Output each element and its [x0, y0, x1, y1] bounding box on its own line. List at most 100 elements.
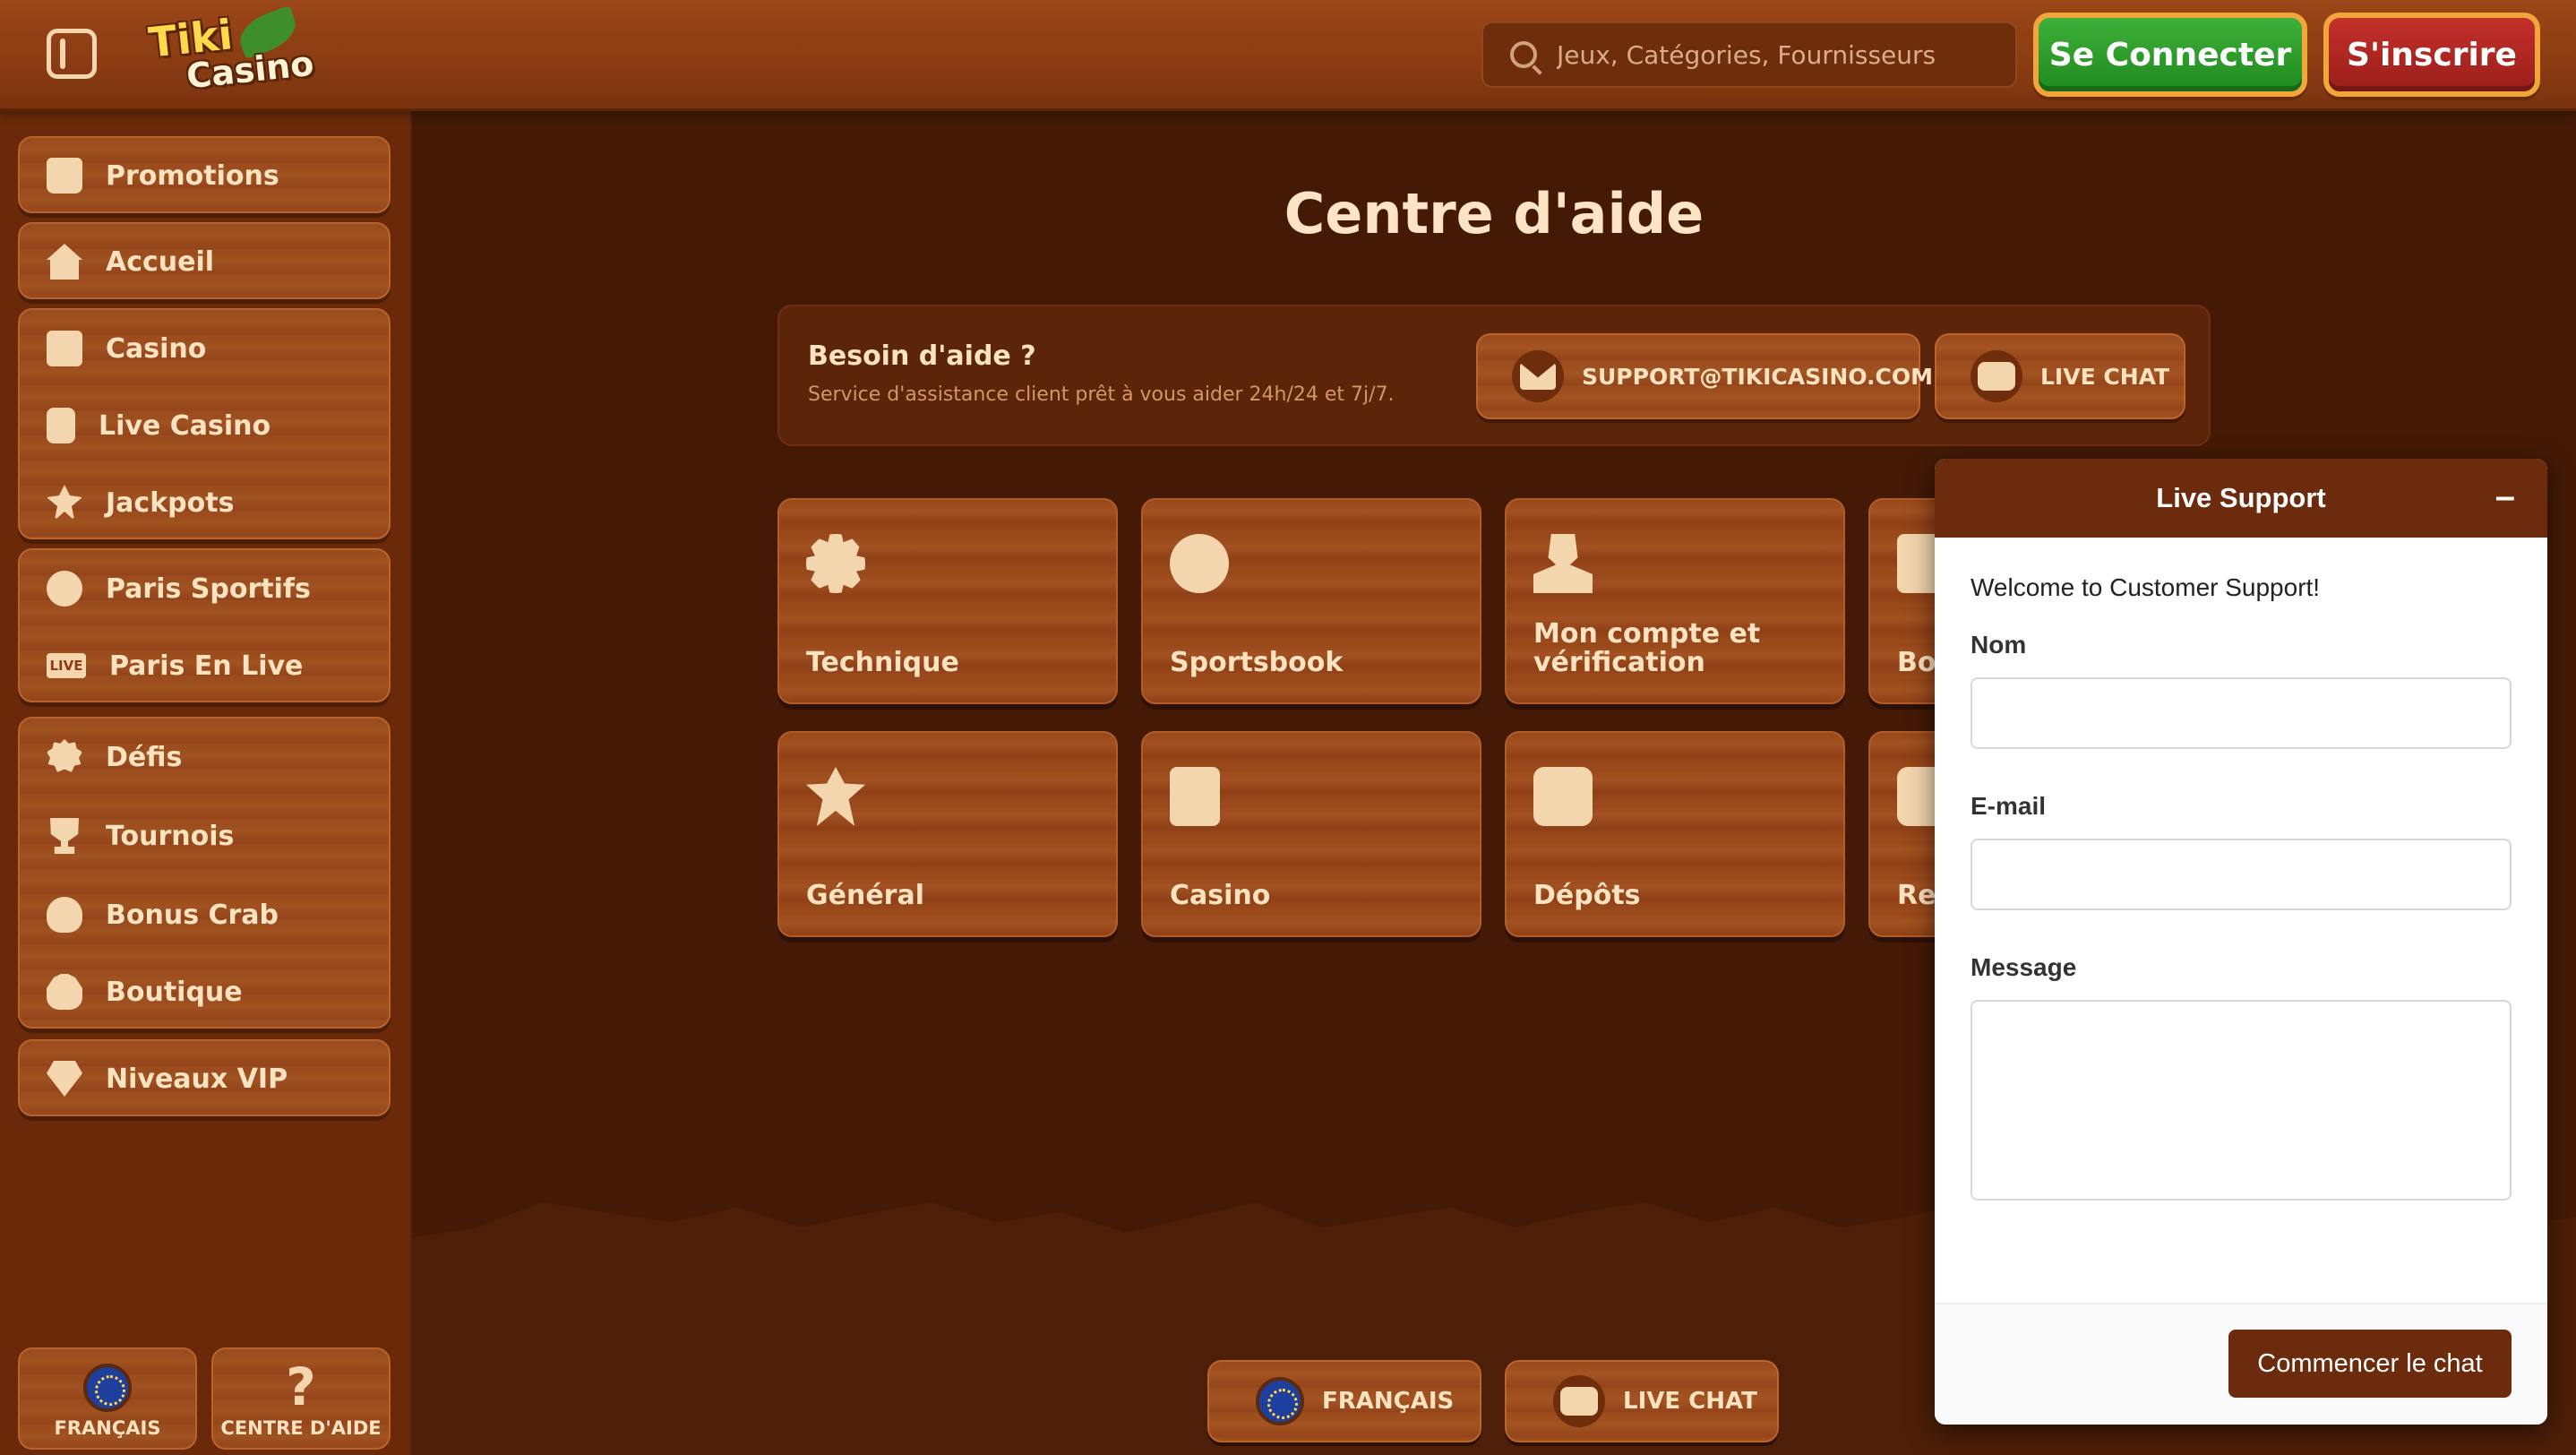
sidebar-group-home: Accueil	[18, 222, 391, 299]
chat-welcome-text: Welcome to Customer Support!	[1971, 573, 2321, 601]
minimize-icon[interactable]: –	[2495, 477, 2515, 517]
sidebar-item-label: Promotions	[106, 159, 279, 192]
sidebar-language-button[interactable]: FRANÇAIS	[18, 1347, 197, 1450]
chat-bubble-icon	[1553, 1375, 1605, 1427]
sidebar-item-bonus-crab[interactable]: Bonus Crab	[20, 876, 392, 953]
help-center-label: CENTRE D'AIDE	[220, 1417, 382, 1439]
sidebar-item-label: Niveaux VIP	[106, 1063, 288, 1095]
sidebar-help-center-button[interactable]: ? CENTRE D'AIDE	[211, 1347, 391, 1450]
eu-flag-icon	[1256, 1377, 1304, 1425]
sidebar: Promotions Accueil Casino Live Casino Ja…	[0, 111, 412, 1455]
footer-live-chat-label: LIVE CHAT	[1623, 1388, 1757, 1415]
sidebar-item-defis[interactable]: Défis	[20, 719, 392, 796]
category-label: Sportsbook	[1170, 647, 1344, 678]
category-label: Technique	[806, 647, 959, 678]
home-icon	[47, 244, 82, 280]
live-support-widget: Live Support – Welcome to Customer Suppo…	[1935, 459, 2547, 1425]
category-card-general[interactable]: Général	[777, 731, 1118, 937]
login-button[interactable]: Se Connecter	[2033, 13, 2307, 97]
footer-live-chat-button[interactable]: LIVE CHAT	[1505, 1360, 1779, 1442]
register-button[interactable]: S'inscrire	[2323, 13, 2540, 97]
sidebar-item-jackpots[interactable]: Jackpots	[20, 464, 392, 541]
sidebar-group-vip: Niveaux VIP	[18, 1039, 391, 1116]
sidebar-group-promotions: Promotions	[18, 136, 391, 213]
user-icon	[1533, 534, 1593, 593]
sidebar-item-niveaux-vip[interactable]: Niveaux VIP	[20, 1041, 392, 1116]
gift-icon	[47, 158, 82, 194]
slot-machine-icon	[1170, 767, 1220, 826]
help-box-title: Besoin d'aide ?	[808, 340, 1036, 372]
soccer-ball-icon	[1170, 534, 1229, 593]
sidebar-item-label: Paris Sportifs	[106, 573, 311, 605]
sidebar-item-label: Défis	[106, 741, 183, 773]
sidebar-item-label: Paris En Live	[109, 650, 304, 682]
diamond-icon	[47, 1061, 82, 1097]
search-input[interactable]	[1557, 39, 2005, 70]
name-field[interactable]	[1971, 677, 2512, 749]
question-mark-icon: ?	[286, 1356, 316, 1417]
category-label: Bo	[1897, 647, 1936, 678]
sidebar-item-label: Tournois	[106, 820, 235, 852]
card-icon	[47, 408, 75, 443]
sidebar-item-label: Boutique	[106, 976, 243, 1008]
category-card-technique[interactable]: Technique	[777, 498, 1118, 704]
sidebar-item-label: Bonus Crab	[106, 899, 279, 931]
top-bar: Tiki Casino Se Connecter S'inscrire	[0, 0, 2576, 111]
page-title: Centre d'aide	[1284, 181, 1704, 246]
sidebar-item-promotions[interactable]: Promotions	[20, 138, 392, 213]
sidebar-item-boutique[interactable]: Boutique	[20, 953, 392, 1030]
category-label: Dépôts	[1533, 880, 1641, 911]
envelope-icon	[1512, 350, 1564, 402]
support-email-label: SUPPORT@TIKICASINO.COM	[1582, 363, 1934, 390]
sidebar-toggle-icon[interactable]	[47, 29, 97, 79]
medal-icon	[47, 739, 82, 772]
sidebar-item-paris-sportifs[interactable]: Paris Sportifs	[20, 550, 392, 627]
ball-icon	[47, 571, 82, 607]
sidebar-item-casino[interactable]: Casino	[20, 310, 392, 387]
chat-header: Live Support –	[1935, 459, 2547, 538]
slot-machine-icon	[47, 331, 82, 366]
chat-footer: Commencer le chat	[1935, 1303, 2547, 1425]
category-label: Mon compte et vérification	[1533, 618, 1761, 678]
live-chat-button[interactable]: LIVE CHAT	[1935, 333, 2185, 419]
sidebar-group-rewards: Défis Tournois Bonus Crab Boutique	[18, 717, 391, 1029]
sidebar-item-label: Casino	[106, 332, 207, 365]
help-box-subtitle: Service d'assistance client prêt à vous …	[808, 383, 1395, 406]
footer-language-label: FRANÇAIS	[1322, 1388, 1455, 1415]
message-field[interactable]	[1971, 1000, 2512, 1201]
sidebar-group-casino: Casino Live Casino Jackpots	[18, 308, 391, 539]
tiki-casino-logo[interactable]: Tiki Casino	[142, 4, 315, 99]
support-email-button[interactable]: SUPPORT@TIKICASINO.COM	[1476, 333, 1933, 419]
live-icon: LIVE	[47, 653, 86, 678]
category-card-mon-compte[interactable]: Mon compte et vérification	[1505, 498, 1845, 704]
sidebar-item-accueil[interactable]: Accueil	[20, 224, 392, 299]
category-card-depots[interactable]: Dépôts	[1505, 731, 1845, 937]
category-card-sportsbook[interactable]: Sportsbook	[1141, 498, 1481, 704]
trophy-icon	[50, 818, 79, 854]
bag-icon	[47, 974, 82, 1010]
eu-flag-icon	[83, 1364, 132, 1412]
category-label: Re	[1897, 880, 1936, 911]
email-field[interactable]	[1971, 839, 2512, 910]
search-bar[interactable]	[1481, 22, 2017, 88]
name-label: Nom	[1971, 631, 2027, 659]
sidebar-item-label: Accueil	[106, 245, 215, 278]
category-card-casino[interactable]: Casino	[1141, 731, 1481, 937]
sidebar-item-live-casino[interactable]: Live Casino	[20, 387, 392, 464]
clover-icon	[47, 485, 82, 521]
sidebar-group-sports: Paris Sportifs LIVE Paris En Live	[18, 548, 391, 702]
sidebar-item-paris-en-live[interactable]: LIVE Paris En Live	[20, 627, 392, 704]
coins-plus-icon	[1533, 767, 1593, 826]
sidebar-item-label: Jackpots	[106, 486, 235, 519]
message-label: Message	[1971, 953, 2077, 981]
chat-title: Live Support	[2156, 482, 2326, 513]
category-label: Général	[806, 880, 924, 911]
footer-language-button[interactable]: FRANÇAIS	[1207, 1360, 1481, 1442]
live-chat-label: LIVE CHAT	[2040, 363, 2170, 390]
help-contact-box: Besoin d'aide ? Service d'assistance cli…	[777, 305, 2211, 446]
sidebar-item-label: Live Casino	[99, 409, 271, 442]
clover-icon	[806, 767, 865, 826]
email-label: E-mail	[1971, 792, 2047, 820]
start-chat-button[interactable]: Commencer le chat	[2228, 1330, 2512, 1398]
sidebar-item-tournois[interactable]: Tournois	[20, 797, 392, 874]
